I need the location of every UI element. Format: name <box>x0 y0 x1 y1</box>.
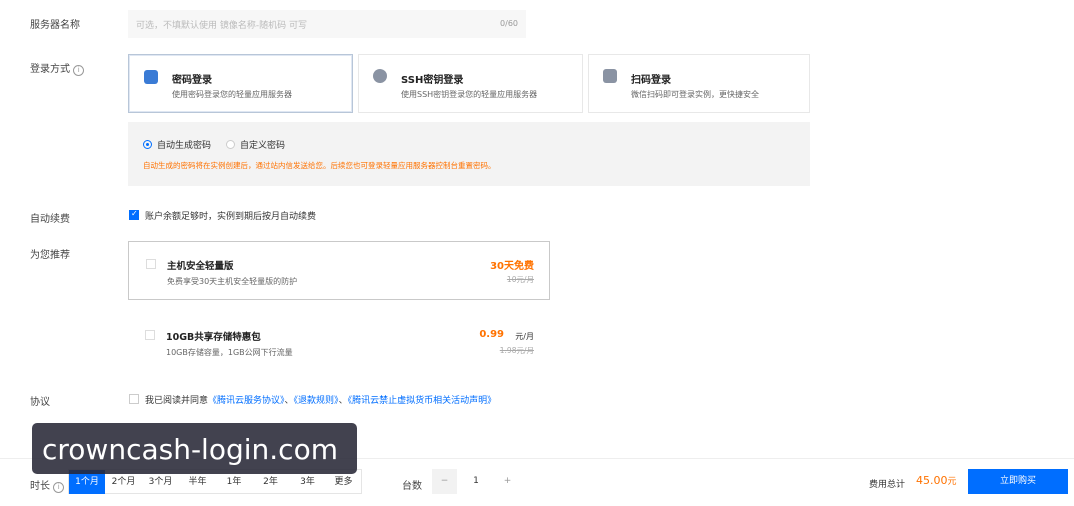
recommend-orig-price: 10元/月 <box>506 275 534 284</box>
total-label: 费用总计 <box>869 480 906 490</box>
info-icon[interactable]: i <box>53 482 65 493</box>
quantity-stepper: − 1 + <box>432 469 520 494</box>
agreement-separator: 、 <box>338 396 348 406</box>
password-hint: 自动生成的密码将在实例创建后，通过站内信发送给您。后续您也可登录轻量应用服务器控… <box>143 161 496 170</box>
quantity-label: 台数 <box>402 481 422 492</box>
server-name-input[interactable]: 可选，不填默认使用 镜像名称-随机码 可写 0/60 <box>128 10 526 38</box>
link-service-agreement[interactable]: 《腾讯云服务协议》 <box>208 396 285 406</box>
recommend-title: 10GB共享存储特惠包 <box>166 332 261 343</box>
radio-auto-label: 自动生成密码 <box>157 141 212 151</box>
login-option-desc: 使用SSH密钥登录您的轻量应用服务器 <box>401 90 538 99</box>
auto-renew-label: 自动续费 <box>30 214 70 225</box>
key-icon <box>373 69 387 83</box>
quantity-input[interactable]: 1 <box>457 469 495 494</box>
login-option-qrcode[interactable]: 扫码登录 微信扫码即可登录实例，更快捷安全 <box>588 54 810 113</box>
total-amount: 45.00元 <box>916 474 957 487</box>
info-icon[interactable]: i <box>73 65 85 76</box>
login-option-title: SSH密钥登录 <box>401 75 464 86</box>
recommend-label: 为您推荐 <box>30 250 70 261</box>
total-amount-value: 45.00 <box>916 474 948 487</box>
login-option-password[interactable]: 密码登录 使用密码登录您的轻量应用服务器 <box>128 54 353 113</box>
total-unit: 元 <box>947 477 957 487</box>
login-option-desc: 微信扫码即可登录实例，更快捷安全 <box>631 90 759 99</box>
recommend-item-security[interactable]: 主机安全轻量版 免费享受30天主机安全轻量版的防护 30天免费 10元/月 <box>128 241 550 300</box>
recommend-price: 0.99 <box>479 329 504 340</box>
login-option-ssh[interactable]: SSH密钥登录 使用SSH密钥登录您的轻量应用服务器 <box>358 54 583 113</box>
radio-auto-password[interactable] <box>143 140 152 149</box>
password-panel: 自动生成密码 自定义密码 自动生成的密码将在实例创建后，通过站内信发送给您。后续… <box>128 122 810 186</box>
login-option-desc: 使用密码登录您的轻量应用服务器 <box>172 90 292 99</box>
qrcode-icon <box>603 69 617 83</box>
login-method-text: 登录方式 <box>30 64 70 75</box>
recommend-price: 30天免费 <box>490 261 534 272</box>
watermark-banner: crowncash-login.com <box>32 423 357 474</box>
recommend-orig-price: 1.98元/月 <box>499 346 534 355</box>
login-option-title: 扫码登录 <box>631 75 671 86</box>
agreement-separator: 、 <box>284 396 294 406</box>
recommend-checkbox[interactable] <box>145 330 155 340</box>
password-icon <box>144 70 158 84</box>
agreement-checkbox[interactable] <box>129 394 139 404</box>
auto-renew-text: 账户余额足够时，实例到期后按月自动续费 <box>145 212 317 222</box>
recommend-checkbox[interactable] <box>146 259 156 269</box>
link-crypto-statement[interactable]: 《腾讯云禁止虚拟货币相关活动声明》 <box>348 396 497 406</box>
radio-custom-label: 自定义密码 <box>240 141 286 151</box>
recommend-desc: 10GB存储容量，1GB公网下行流量 <box>166 348 293 357</box>
agreement-prefix: 我已阅读并同意 <box>145 396 209 406</box>
duration-text: 时长 <box>30 481 50 492</box>
server-name-placeholder: 可选，不填默认使用 镜像名称-随机码 可写 <box>136 21 307 31</box>
recommend-desc: 免费享受30天主机安全轻量版的防护 <box>167 277 298 286</box>
server-name-label: 服务器名称 <box>30 20 80 31</box>
radio-custom-password[interactable] <box>226 140 235 149</box>
recommend-item-storage[interactable]: 10GB共享存储特惠包 10GB存储容量，1GB公网下行流量 0.99 元/月 … <box>128 313 550 372</box>
recommend-price-unit: 元/月 <box>515 332 534 341</box>
duration-label: 时长 i <box>30 477 65 493</box>
quantity-plus-button[interactable]: + <box>495 469 520 494</box>
agreement-label: 协议 <box>30 397 50 408</box>
link-refund-rules[interactable]: 《退款规则》 <box>294 396 339 406</box>
recommend-title: 主机安全轻量版 <box>167 261 234 272</box>
agreement-text: 我已阅读并同意《腾讯云服务协议》、《退款规则》、《腾讯云禁止虚拟货币相关活动声明… <box>145 393 496 406</box>
auto-renew-checkbox[interactable] <box>129 209 139 220</box>
buy-now-button[interactable]: 立即购买 <box>968 469 1068 494</box>
login-option-title: 密码登录 <box>172 75 212 86</box>
quantity-minus-button[interactable]: − <box>432 469 457 494</box>
watermark-text: crowncash-login.com <box>42 433 338 466</box>
login-method-label: 登录方式 i <box>30 60 85 76</box>
server-name-counter: 0/60 <box>500 19 518 28</box>
